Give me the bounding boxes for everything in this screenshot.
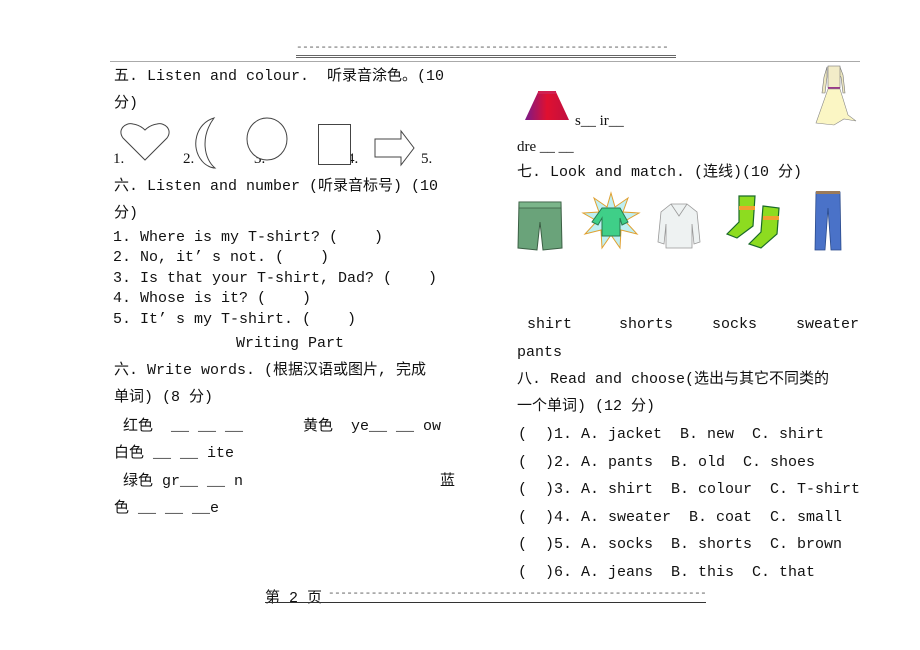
choose-item: ( )1. A. jacket B. new C. shirt <box>518 426 825 443</box>
footer-dash-line: ----------------------------------------… <box>328 588 706 600</box>
word-blue-part2: 色 __ __ __e <box>114 500 220 517</box>
listen-item: 5. It’ s my T-shirt. ( ) <box>113 311 357 328</box>
section6-listen-title: 六. Listen and number (听录音标号) (10 <box>114 178 439 195</box>
word-skirt: s__ ir__ <box>575 113 624 129</box>
choose-item: ( )5. A. socks B. shorts C. brown <box>518 536 843 553</box>
section7-title: 七. Look and match. (连线)(10 分) <box>517 164 803 181</box>
choose-item: ( )6. A. jeans B. this C. that <box>518 564 816 581</box>
sweater-picture <box>657 203 701 249</box>
word-blue-part1: 蓝 <box>440 473 456 490</box>
choose-item: ( )3. A. shirt B. colour C. T-shirt <box>518 481 861 498</box>
word-dress: dre __ __ <box>517 139 574 155</box>
header-dash-line: ----------------------------------------… <box>296 42 669 52</box>
choose-item: ( )4. A. sweater B. coat C. small <box>518 509 843 526</box>
match-word-shorts: shorts <box>619 316 674 333</box>
section8-title: 八. Read and choose(选出与其它不同类的 <box>517 371 830 388</box>
shorts-picture <box>517 201 563 251</box>
listen-item: 1. Where is my T-shirt? ( ) <box>113 229 384 246</box>
pants-picture <box>814 191 842 251</box>
word-white: 白色 __ __ ite <box>114 445 235 462</box>
listen-item: 4. Whose is it? ( ) <box>113 290 312 307</box>
word-green: 绿色 gr__ __ n <box>114 473 244 490</box>
shirt-picture <box>581 191 641 250</box>
match-word-sweater: sweater <box>796 316 860 333</box>
section5-title: 五. Listen and colour. 听录音涂色。(10 <box>114 68 445 85</box>
listen-item: 3. Is that your T-shirt, Dad? ( ) <box>113 270 438 287</box>
header-double-rule <box>296 55 676 58</box>
footer-rule <box>265 602 706 603</box>
word-red: 红色 __ __ __ <box>114 418 244 435</box>
listen-item: 2. No, it’ s not. ( ) <box>113 249 330 266</box>
rectangle-icon <box>318 124 351 165</box>
section8-title-cont: 一个单词) (12 分) <box>517 398 656 415</box>
section6-write-title: 六. Write words. (根据汉语或图片, 完成 <box>114 362 427 379</box>
crescent-moon-icon <box>195 117 217 169</box>
arrow-right-icon <box>374 129 415 167</box>
section5-title-cont: 分) <box>114 95 139 112</box>
word-yellow: 黄色 ye__ __ ow <box>303 418 442 435</box>
section6-write-title-cont: 单词) (8 分) <box>114 389 214 406</box>
socks-picture <box>725 195 780 249</box>
match-word-shirt: shirt <box>518 316 573 333</box>
header-rule <box>110 61 860 62</box>
match-word-socks: socks <box>712 316 758 333</box>
page-number: 第 2 页 <box>265 590 323 607</box>
shape-label-5: 5. <box>421 151 433 167</box>
section6-listen-title-cont: 分) <box>114 205 139 222</box>
match-word-pants: pants <box>517 344 563 361</box>
writing-part-heading: Writing Part <box>236 335 345 352</box>
circle-icon <box>246 117 288 161</box>
heart-icon <box>120 123 170 161</box>
dress-picture <box>815 65 857 126</box>
choose-item: ( )2. A. pants B. old C. shoes <box>518 454 816 471</box>
skirt-picture <box>525 91 569 120</box>
